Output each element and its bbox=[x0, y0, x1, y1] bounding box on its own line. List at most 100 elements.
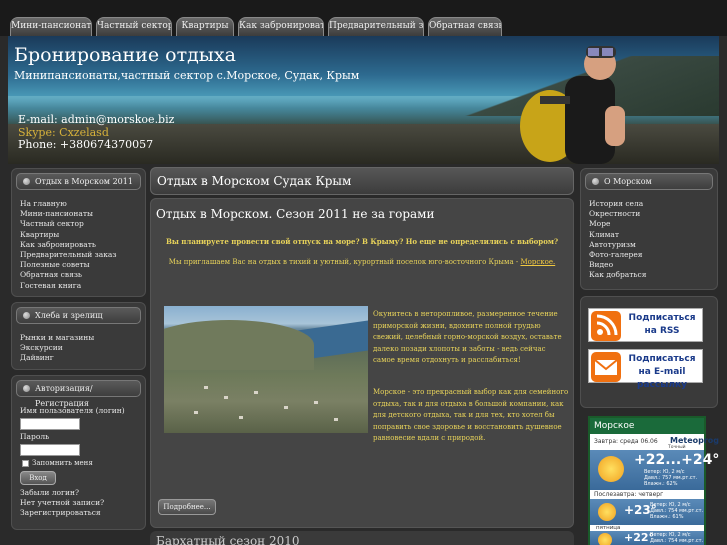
nav-tab-mini-pansions[interactable]: Мини-пансионаты bbox=[10, 17, 92, 36]
no-account-link[interactable]: Нет учетной записи? bbox=[20, 498, 104, 507]
leisure-title-text: Хлеба и зрелищ bbox=[35, 311, 103, 320]
bullet-icon bbox=[592, 178, 599, 185]
article-question: Вы планируете провести свой отпуск на мо… bbox=[165, 237, 559, 246]
login-box: Авторизация/Регистрация Имя пользователя… bbox=[11, 375, 146, 530]
left-menu-item[interactable]: Мини-пансионаты bbox=[20, 209, 117, 219]
photo-house bbox=[204, 386, 208, 389]
right-menu-item[interactable]: Как добраться bbox=[589, 270, 646, 280]
rss-icon bbox=[591, 311, 621, 341]
article-invite: Мы приглашаем Вас на отдых в тихий и уют… bbox=[151, 258, 573, 266]
weather-day2-label: Послезавтра: четверг bbox=[594, 491, 664, 498]
top-navigation: Мини-пансионаты Частный сектор Квартиры … bbox=[0, 0, 727, 36]
header-banner: Бронирование отдыха Минипансионаты,частн… bbox=[8, 36, 719, 164]
left-menu-list: На главную Мини-пансионаты Частный секто… bbox=[20, 199, 117, 291]
photo-house bbox=[314, 401, 318, 404]
today-humidity: Влажн.: 62% bbox=[644, 481, 678, 487]
right-menu-title-text: О Морском bbox=[604, 177, 652, 186]
right-menu-title: О Морском bbox=[585, 173, 713, 190]
next-article-heading[interactable]: Бархатный сезон 2010 bbox=[150, 531, 574, 545]
left-menu-item[interactable]: Частный сектор bbox=[20, 219, 117, 229]
right-menu-list: История села Окрестности Море Климат Авт… bbox=[589, 199, 646, 281]
contact-email[interactable]: E-mail: admin@morskoe.biz bbox=[18, 113, 174, 126]
right-menu-item[interactable]: Море bbox=[589, 219, 646, 229]
photo-house bbox=[194, 411, 198, 414]
password-label: Пароль bbox=[20, 432, 50, 441]
day2-humidity: Влажн.: 61% bbox=[650, 514, 684, 520]
sun-icon bbox=[598, 456, 624, 482]
envelope-icon bbox=[591, 352, 621, 382]
weather-widget[interactable]: Морское Meteoprog Точный прогноз Завтра:… bbox=[588, 416, 719, 545]
remember-checkbox[interactable] bbox=[22, 460, 29, 467]
leisure-title: Хлеба и зрелищ bbox=[16, 307, 141, 324]
weather-brand: Meteoprog bbox=[670, 436, 720, 445]
nav-tab-how-to-book[interactable]: Как забронировать bbox=[238, 17, 324, 36]
contact-phone: Phone: +380674370057 bbox=[18, 138, 154, 151]
weather-city: Морское bbox=[590, 418, 704, 434]
morskoe-link[interactable]: Морское. bbox=[520, 258, 555, 266]
password-input[interactable] bbox=[20, 444, 80, 456]
leisure-item[interactable]: Экскурсии bbox=[20, 343, 94, 353]
right-menu-item[interactable]: История села bbox=[589, 199, 646, 209]
photo-house bbox=[239, 416, 243, 419]
nav-tab-preorder[interactable]: Предварительный заказ bbox=[328, 17, 424, 36]
rss-subscribe-button[interactable]: Подписаться на RSS bbox=[588, 308, 703, 342]
left-menu-item[interactable]: Гостевая книга bbox=[20, 281, 117, 291]
left-menu-box: Отдых в Морском 2011 На главную Мини-пан… bbox=[11, 168, 146, 297]
login-title-text: Авторизация/Регистрация bbox=[35, 384, 93, 408]
village-photo bbox=[164, 306, 368, 433]
nav-tab-feedback[interactable]: Обратная связь bbox=[428, 17, 502, 36]
remember-label: Запомнить меня bbox=[32, 459, 93, 467]
forgot-login-link[interactable]: Забыли логин? bbox=[20, 488, 79, 497]
left-menu-item[interactable]: Обратная связь bbox=[20, 270, 117, 280]
photo-house bbox=[284, 406, 288, 409]
login-button[interactable]: Вход bbox=[20, 471, 56, 485]
site-subtitle: Минипансионаты,частный сектор с.Морское,… bbox=[14, 69, 360, 82]
nav-tab-private-sector[interactable]: Частный сектор bbox=[96, 17, 172, 36]
weather-day2: +23° Ветер: Ю, 2 м/с Давл.: 754 мм.рт.ст… bbox=[590, 499, 704, 525]
left-menu-title-text: Отдых в Морском 2011 bbox=[35, 177, 133, 186]
article-title[interactable]: Отдых в Морском. Сезон 2011 не за горами bbox=[156, 207, 435, 221]
right-menu-item[interactable]: Видео bbox=[589, 260, 646, 270]
email-label: Подписаться на E-mail рассылку bbox=[628, 354, 696, 390]
bullet-icon bbox=[23, 385, 30, 392]
site-title: Бронирование отдыха bbox=[14, 44, 236, 66]
weather-today-label: Завтра: среда 06.06 bbox=[594, 438, 658, 445]
left-leisure-box: Хлеба и зрелищ Рынки и магазины Экскурси… bbox=[11, 302, 146, 370]
photo-house bbox=[254, 391, 258, 394]
right-menu-item[interactable]: Окрестности bbox=[589, 209, 646, 219]
right-menu-item[interactable]: Автотуризм bbox=[589, 240, 646, 250]
left-menu-item[interactable]: Полезные советы bbox=[20, 260, 117, 270]
article-para2: Морское - это прекрасный выбор как для с… bbox=[373, 388, 569, 442]
weather-day3: +22° Ветер: Ю, 2 м/с Давл.: 754 мм.рт.ст… bbox=[590, 531, 704, 545]
login-title: Авторизация/Регистрация bbox=[16, 380, 141, 408]
read-more-button[interactable]: Подробнее... bbox=[158, 499, 216, 515]
leisure-list: Рынки и магазины Экскурсии Дайвинг bbox=[20, 333, 94, 364]
username-label: Имя пользователя (логин) bbox=[20, 406, 125, 415]
right-menu-item[interactable]: Климат bbox=[589, 230, 646, 240]
right-menu-item[interactable]: Фото-галерея bbox=[589, 250, 646, 260]
left-menu-item[interactable]: Предварительный заказ bbox=[20, 250, 117, 260]
register-link[interactable]: Зарегистрироваться bbox=[20, 508, 101, 517]
today-temp: +22...+24° bbox=[634, 452, 720, 468]
weather-today: +22...+24° Ветер: Ю, 2 м/с Давл.: 757 мм… bbox=[590, 450, 719, 490]
photo-hill bbox=[164, 320, 314, 370]
day3-pressure: Давл.: 754 мм.рт.ст. bbox=[650, 538, 704, 544]
bullet-icon bbox=[23, 178, 30, 185]
right-menu-box: О Морском История села Окрестности Море … bbox=[580, 168, 718, 290]
left-menu-item[interactable]: Как забронировать bbox=[20, 240, 117, 250]
leisure-item[interactable]: Рынки и магазины bbox=[20, 333, 94, 343]
nav-tab-apartments[interactable]: Квартиры bbox=[176, 17, 234, 36]
article: Отдых в Морском. Сезон 2011 не за горами… bbox=[150, 198, 574, 528]
leisure-item[interactable]: Дайвинг bbox=[20, 353, 94, 363]
photo-house bbox=[224, 396, 228, 399]
article-para1: Окунитесь в неторопливое, размеренное те… bbox=[373, 310, 562, 364]
left-menu-item[interactable]: На главную bbox=[20, 199, 117, 209]
diver-photo bbox=[520, 46, 625, 164]
sun-icon bbox=[598, 533, 612, 545]
email-subscribe-button[interactable]: Подписаться на E-mail рассылку bbox=[588, 349, 703, 390]
left-menu-item[interactable]: Квартиры bbox=[20, 230, 117, 240]
rss-label: Подписаться на RSS bbox=[628, 313, 696, 336]
left-menu-title: Отдых в Морском 2011 bbox=[16, 173, 141, 190]
username-input[interactable] bbox=[20, 418, 80, 430]
invite-text: Мы приглашаем Вас на отдых в тихий и уют… bbox=[168, 258, 519, 266]
